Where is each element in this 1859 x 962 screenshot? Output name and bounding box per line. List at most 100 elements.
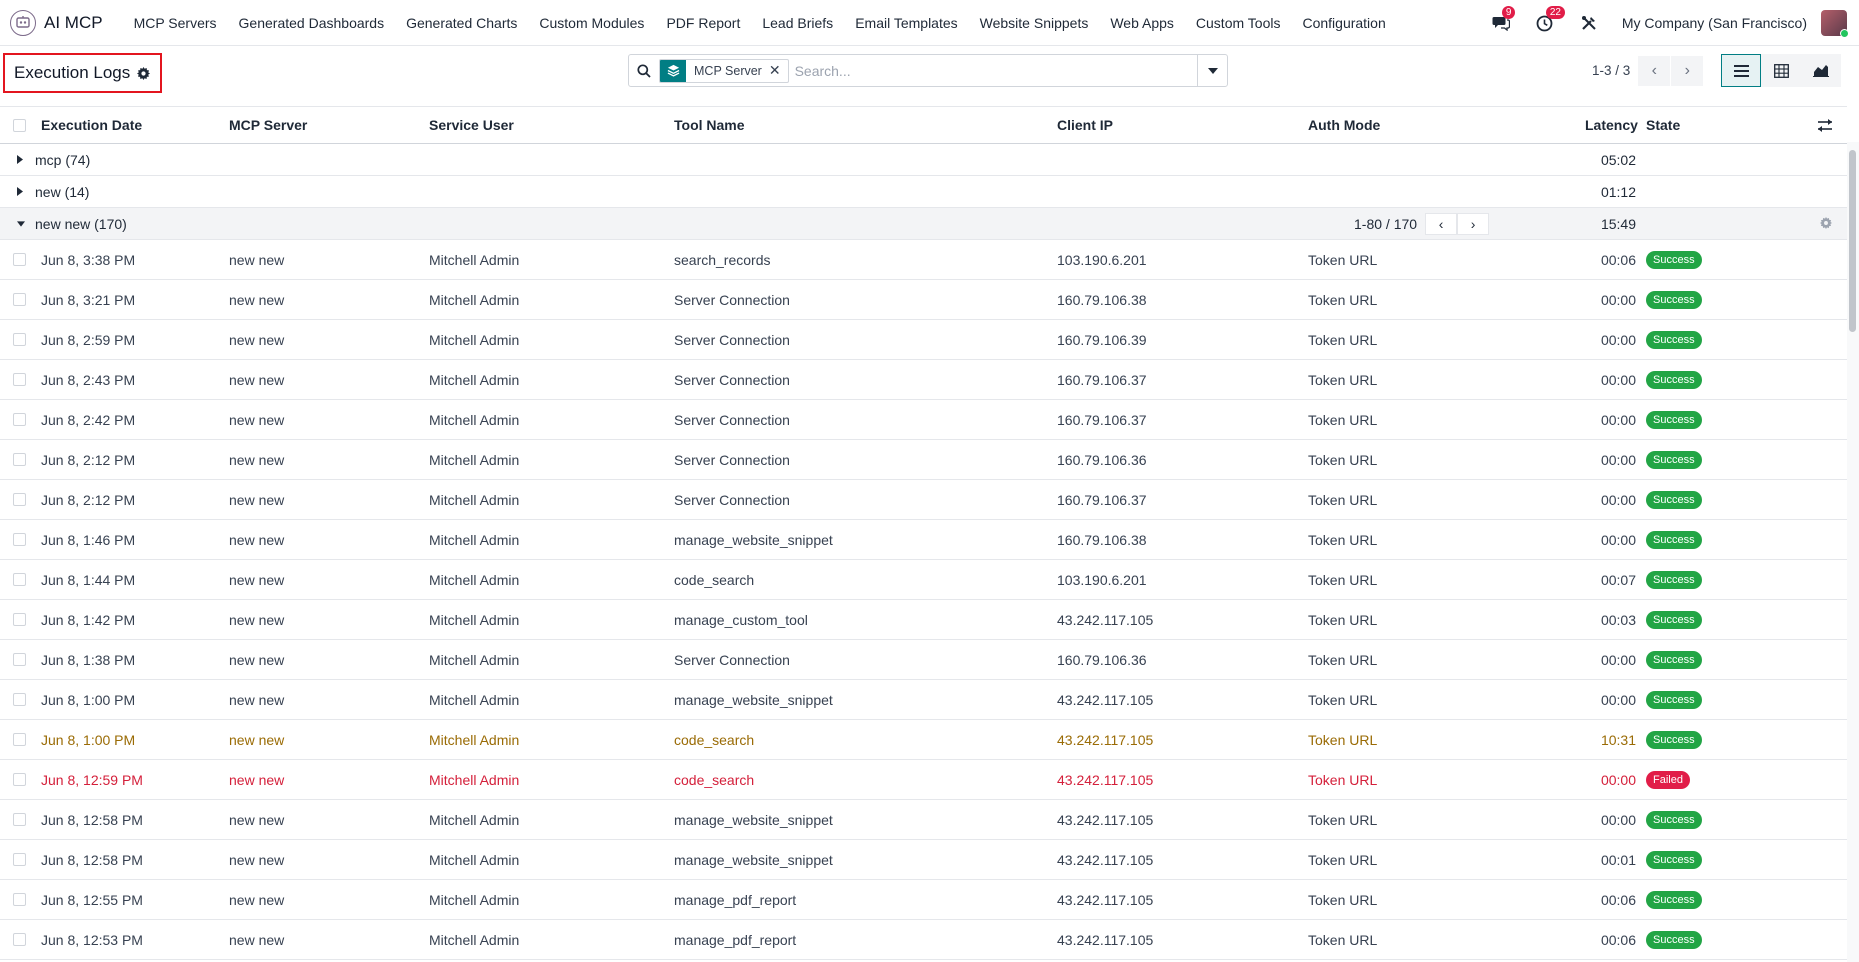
- table-row[interactable]: Jun 8, 2:43 PM new new Mitchell Admin Se…: [0, 360, 1847, 400]
- table-row[interactable]: Jun 8, 12:55 PM new new Mitchell Admin m…: [0, 880, 1847, 920]
- menu-configuration[interactable]: Configuration: [1291, 15, 1396, 31]
- close-icon[interactable]: ✕: [769, 62, 788, 79]
- group-row[interactable]: mcp (74) 05:02: [0, 144, 1847, 176]
- table-row[interactable]: Jun 8, 12:59 PM new new Mitchell Admin c…: [0, 760, 1847, 800]
- select-all-checkbox[interactable]: [13, 118, 26, 132]
- cell-execution-date: Jun 8, 1:44 PM: [41, 571, 136, 588]
- row-checkbox[interactable]: [13, 453, 26, 466]
- row-checkbox[interactable]: [13, 373, 26, 386]
- table-row[interactable]: Jun 8, 1:42 PM new new Mitchell Admin ma…: [0, 600, 1847, 640]
- table-row[interactable]: Jun 8, 2:12 PM new new Mitchell Admin Se…: [0, 440, 1847, 480]
- table-row[interactable]: Jun 8, 1:00 PM new new Mitchell Admin ma…: [0, 680, 1847, 720]
- chevron-right-icon[interactable]: ›: [1671, 55, 1704, 86]
- chevron-right-icon[interactable]: ›: [1457, 212, 1490, 235]
- table-row[interactable]: Jun 8, 2:42 PM new new Mitchell Admin Se…: [0, 400, 1847, 440]
- menu-email-templates[interactable]: Email Templates: [844, 15, 968, 31]
- row-checkbox[interactable]: [13, 333, 26, 346]
- chevron-left-icon[interactable]: ‹: [1425, 212, 1458, 235]
- cell-mcp-server: new new: [229, 571, 285, 588]
- row-checkbox[interactable]: [13, 493, 26, 506]
- graph-view-icon[interactable]: [1801, 54, 1841, 87]
- search-facet[interactable]: MCP Server ✕: [659, 58, 789, 83]
- table-row[interactable]: Jun 8, 2:59 PM new new Mitchell Admin Se…: [0, 320, 1847, 360]
- table-row[interactable]: Jun 8, 3:38 PM new new Mitchell Admin se…: [0, 240, 1847, 280]
- menu-generated-charts[interactable]: Generated Charts: [395, 15, 528, 31]
- row-checkbox[interactable]: [13, 413, 26, 426]
- column-auth-mode[interactable]: Auth Mode: [1308, 117, 1380, 133]
- table-row[interactable]: Jun 8, 12:58 PM new new Mitchell Admin m…: [0, 800, 1847, 840]
- pager-value[interactable]: 1-3 / 3: [1592, 63, 1630, 78]
- table-row[interactable]: Jun 8, 12:53 PM new new Mitchell Admin m…: [0, 920, 1847, 960]
- cell-latency: 00:06: [1600, 891, 1636, 908]
- status-badge: Success: [1646, 250, 1702, 269]
- list-view-icon[interactable]: [1721, 54, 1761, 87]
- menu-lead-briefs[interactable]: Lead Briefs: [751, 15, 844, 31]
- app-logo-icon[interactable]: [10, 9, 36, 36]
- cell-execution-date: Jun 8, 1:42 PM: [41, 611, 136, 628]
- table-row[interactable]: Jun 8, 2:12 PM new new Mitchell Admin Se…: [0, 480, 1847, 520]
- caret-right-icon: [17, 187, 25, 196]
- table-row[interactable]: Jun 8, 1:38 PM new new Mitchell Admin Se…: [0, 640, 1847, 680]
- cell-service-user: Mitchell Admin: [429, 491, 520, 508]
- activities-count-badge: 22: [1545, 6, 1565, 19]
- table-row[interactable]: Jun 8, 1:00 PM new new Mitchell Admin co…: [0, 720, 1847, 760]
- menu-mcp-servers[interactable]: MCP Servers: [123, 15, 228, 31]
- menu-custom-modules[interactable]: Custom Modules: [528, 15, 655, 31]
- table-row[interactable]: Jun 8, 1:44 PM new new Mitchell Admin co…: [0, 560, 1847, 600]
- cell-service-user: Mitchell Admin: [429, 331, 520, 348]
- row-checkbox[interactable]: [13, 293, 26, 306]
- company-switcher[interactable]: My Company (San Francisco): [1622, 15, 1807, 31]
- pivot-view-icon[interactable]: [1761, 54, 1801, 87]
- column-mcp-server[interactable]: MCP Server: [229, 117, 307, 133]
- cell-auth-mode: Token URL: [1308, 811, 1378, 828]
- column-latency[interactable]: Latency: [1585, 117, 1638, 133]
- table-row[interactable]: Jun 8, 3:21 PM new new Mitchell Admin Se…: [0, 280, 1847, 320]
- group-row[interactable]: new (14) 01:12: [0, 176, 1847, 208]
- menu-web-apps[interactable]: Web Apps: [1099, 15, 1185, 31]
- group-pager-value[interactable]: 1-80 / 170: [1354, 216, 1417, 232]
- tools-icon[interactable]: [1578, 12, 1600, 34]
- cell-client-ip: 43.242.117.105: [1057, 811, 1154, 828]
- menu-custom-tools[interactable]: Custom Tools: [1185, 15, 1292, 31]
- menu-generated-dashboards[interactable]: Generated Dashboards: [228, 15, 396, 31]
- column-client-ip[interactable]: Client IP: [1057, 117, 1113, 133]
- caret-down-icon[interactable]: [1197, 54, 1227, 87]
- menu-pdf-report[interactable]: PDF Report: [655, 15, 751, 31]
- row-checkbox[interactable]: [13, 613, 26, 626]
- row-checkbox[interactable]: [13, 253, 26, 266]
- row-checkbox[interactable]: [13, 653, 26, 666]
- row-checkbox[interactable]: [13, 933, 26, 946]
- row-checkbox[interactable]: [13, 893, 26, 906]
- app-name[interactable]: AI MCP: [44, 13, 103, 33]
- table-row[interactable]: Jun 8, 1:46 PM new new Mitchell Admin ma…: [0, 520, 1847, 560]
- clock-icon[interactable]: 22: [1534, 6, 1565, 34]
- gear-icon[interactable]: [1820, 216, 1832, 232]
- search-input[interactable]: [794, 56, 1197, 85]
- chat-icon[interactable]: 9: [1490, 6, 1516, 34]
- row-checkbox[interactable]: [13, 533, 26, 546]
- scrollbar[interactable]: [1847, 142, 1859, 962]
- column-tool-name[interactable]: Tool Name: [674, 117, 745, 133]
- row-checkbox[interactable]: [13, 573, 26, 586]
- group-row[interactable]: new new (170) 1-80 / 170 ‹ › 15:49: [0, 208, 1847, 240]
- column-settings-icon[interactable]: [1818, 119, 1832, 135]
- cell-tool-name: Server Connection: [674, 331, 790, 348]
- row-checkbox[interactable]: [13, 693, 26, 706]
- row-checkbox[interactable]: [13, 773, 26, 786]
- row-checkbox[interactable]: [13, 733, 26, 746]
- cell-client-ip: 160.79.106.36: [1057, 651, 1147, 668]
- cell-execution-date: Jun 8, 2:12 PM: [41, 451, 136, 468]
- view-switcher: [1721, 54, 1841, 87]
- cell-tool-name: code_search: [674, 571, 755, 588]
- column-service-user[interactable]: Service User: [429, 117, 514, 133]
- column-execution-date[interactable]: Execution Date: [41, 117, 142, 133]
- scroll-thumb[interactable]: [1849, 150, 1856, 332]
- menu-website-snippets[interactable]: Website Snippets: [969, 15, 1100, 31]
- user-avatar[interactable]: [1821, 10, 1849, 38]
- row-checkbox[interactable]: [13, 853, 26, 866]
- table-row[interactable]: Jun 8, 12:58 PM new new Mitchell Admin m…: [0, 840, 1847, 880]
- column-state[interactable]: State: [1646, 117, 1680, 133]
- chevron-left-icon[interactable]: ‹: [1638, 55, 1671, 86]
- row-checkbox[interactable]: [13, 813, 26, 826]
- gear-icon[interactable]: [137, 66, 151, 80]
